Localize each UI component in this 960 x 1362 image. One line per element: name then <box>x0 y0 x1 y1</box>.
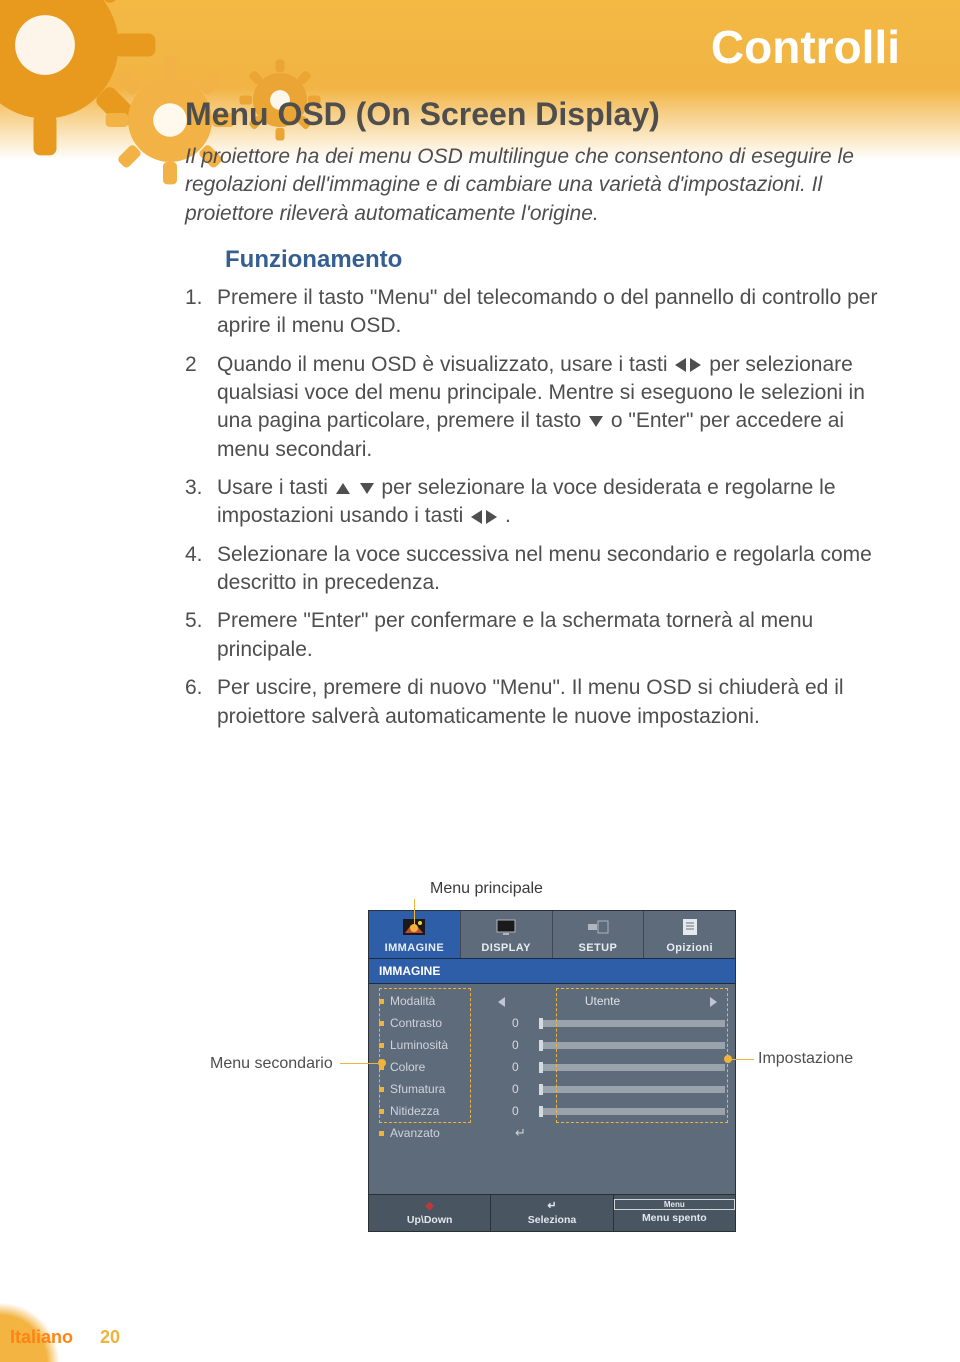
osd-tab-label: Opizioni <box>666 942 713 954</box>
osd-row-name: Avanzato <box>390 1126 480 1140</box>
step-text: Quando il menu OSD è visualizzato, usare… <box>217 351 900 464</box>
osd-spacer <box>369 1154 735 1194</box>
intro-paragraph: Il proiettore ha dei menu OSD multilingu… <box>185 143 900 228</box>
osd-tab-label: IMMAGINE <box>385 942 444 954</box>
step-number: 4. <box>185 541 217 598</box>
step-number: 5. <box>185 607 217 664</box>
dashed-box-submenu <box>379 988 471 1123</box>
step-number: 3. <box>185 474 217 531</box>
page-footer: Italiano 20 <box>0 1292 180 1362</box>
arrow-down-icon <box>360 483 374 494</box>
osd-tab-display[interactable]: DISPLAY <box>461 911 553 958</box>
step-number: 1. <box>185 284 217 341</box>
step-text: Premere il tasto "Menu" del telecomando … <box>217 284 900 341</box>
arrow-right-icon <box>690 358 701 372</box>
osd-row-value: 0 <box>480 1082 535 1096</box>
options-tab-icon <box>677 917 703 937</box>
step-fragment: . <box>505 504 511 527</box>
bullet-icon <box>379 1131 384 1136</box>
step-text: Premere "Enter" per confermare e la sche… <box>217 607 900 664</box>
osd-tab-opizioni[interactable]: Opizioni <box>644 911 735 958</box>
arrow-up-icon <box>336 483 350 494</box>
callout-label-sub-menu: Menu secondario <box>210 1055 333 1073</box>
osd-tab-setup[interactable]: SETUP <box>553 911 645 958</box>
content-area: Menu OSD (On Screen Display) Il proietto… <box>185 96 900 741</box>
updown-icon: ◆ <box>369 1199 490 1212</box>
step-fragment: Quando il menu OSD è visualizzato, usare… <box>217 353 673 376</box>
callout-label-setting: Impostazione <box>758 1050 853 1068</box>
osd-footer-menuspento: Menu Menu spento <box>614 1195 735 1231</box>
step-number: 2 <box>185 351 217 464</box>
step-text: Usare i tasti per selezionare la voce de… <box>217 474 900 531</box>
select-icon: ↵ <box>491 1199 612 1212</box>
osd-footer: ◆ Up\Down ↵ Seleziona Menu Menu spento <box>369 1194 735 1231</box>
steps-list: 1. Premere il tasto "Menu" del telecoman… <box>185 284 900 731</box>
setup-tab-icon <box>585 917 611 937</box>
osd-tab-label: DISPLAY <box>481 942 530 954</box>
enter-icon: ↵ <box>515 1125 526 1141</box>
step-number: 6. <box>185 674 217 731</box>
callout-pin <box>410 924 418 932</box>
step-text: Selezionare la voce successiva nel menu … <box>217 541 900 598</box>
dashed-box-setting <box>556 988 728 1123</box>
footer-language: Italiano <box>10 1327 73 1348</box>
callout-pin <box>724 1055 732 1063</box>
step-fragment: Usare i tasti <box>217 476 334 499</box>
arrow-right-icon <box>486 510 497 524</box>
callout-pin <box>378 1059 386 1067</box>
page-header-title: Controlli <box>711 20 900 74</box>
osd-row-value: 0 <box>480 1016 535 1030</box>
arrow-left-icon <box>471 510 482 524</box>
osd-tab-label: SETUP <box>579 942 618 954</box>
display-tab-icon <box>493 917 519 937</box>
footer-page-number: 20 <box>100 1327 120 1348</box>
arrow-down-icon <box>589 416 603 427</box>
heading-1: Menu OSD (On Screen Display) <box>185 96 900 133</box>
osd-sub-title: IMMAGINE <box>369 958 735 984</box>
callout-label-main-menu: Menu principale <box>430 880 543 898</box>
osd-footer-seleziona: ↵ Seleziona <box>491 1195 613 1231</box>
osd-row-value: 0 <box>480 1060 535 1074</box>
arrow-left-icon <box>498 997 505 1007</box>
menu-icon: Menu <box>614 1199 735 1210</box>
heading-2: Funzionamento <box>225 246 900 274</box>
osd-footer-label: Up\Down <box>407 1214 453 1226</box>
step-text: Per uscire, premere di nuovo "Menu". Il … <box>217 674 900 731</box>
osd-row-value: 0 <box>480 1104 535 1118</box>
osd-tabs: IMMAGINE DISPLAY SETUP Opizioni <box>369 911 735 958</box>
arrow-left-icon <box>675 358 686 372</box>
osd-footer-label: Menu spento <box>642 1212 707 1224</box>
callout-line <box>414 899 415 927</box>
osd-footer-label: Seleziona <box>528 1214 576 1226</box>
osd-row-avanzato[interactable]: Avanzato ↵ <box>379 1122 725 1144</box>
osd-footer-updown: ◆ Up\Down <box>369 1195 491 1231</box>
osd-row-value: 0 <box>480 1038 535 1052</box>
callout-line <box>340 1063 378 1064</box>
